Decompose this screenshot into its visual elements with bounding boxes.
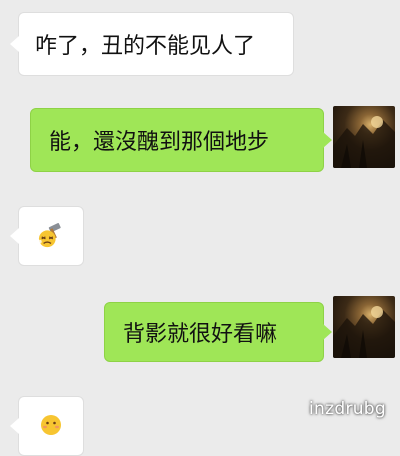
message-bubble-outgoing[interactable]: 背影就很好看嘛: [104, 302, 332, 362]
avatar[interactable]: [333, 106, 395, 168]
avatar-photo: [333, 116, 395, 168]
message-text: 咋了，丑的不能见人了: [35, 34, 256, 59]
avatar[interactable]: [333, 296, 395, 358]
blushing-face-emoji: [41, 415, 61, 435]
message-bubble-incoming[interactable]: [10, 206, 84, 266]
message-text: 能，還沒醜到那個地步: [49, 130, 270, 155]
watermark: inzdrubg: [309, 399, 386, 419]
hammer-face-emoji: [38, 223, 61, 248]
message-bubble-incoming[interactable]: 咋了，丑的不能见人了: [10, 12, 294, 76]
message-text: 背影就很好看嘛: [123, 322, 278, 347]
message-bubble-incoming[interactable]: [10, 396, 84, 456]
avatar-photo: [333, 306, 395, 358]
message-bubble-outgoing[interactable]: 能，還沒醜到那個地步: [30, 108, 332, 172]
